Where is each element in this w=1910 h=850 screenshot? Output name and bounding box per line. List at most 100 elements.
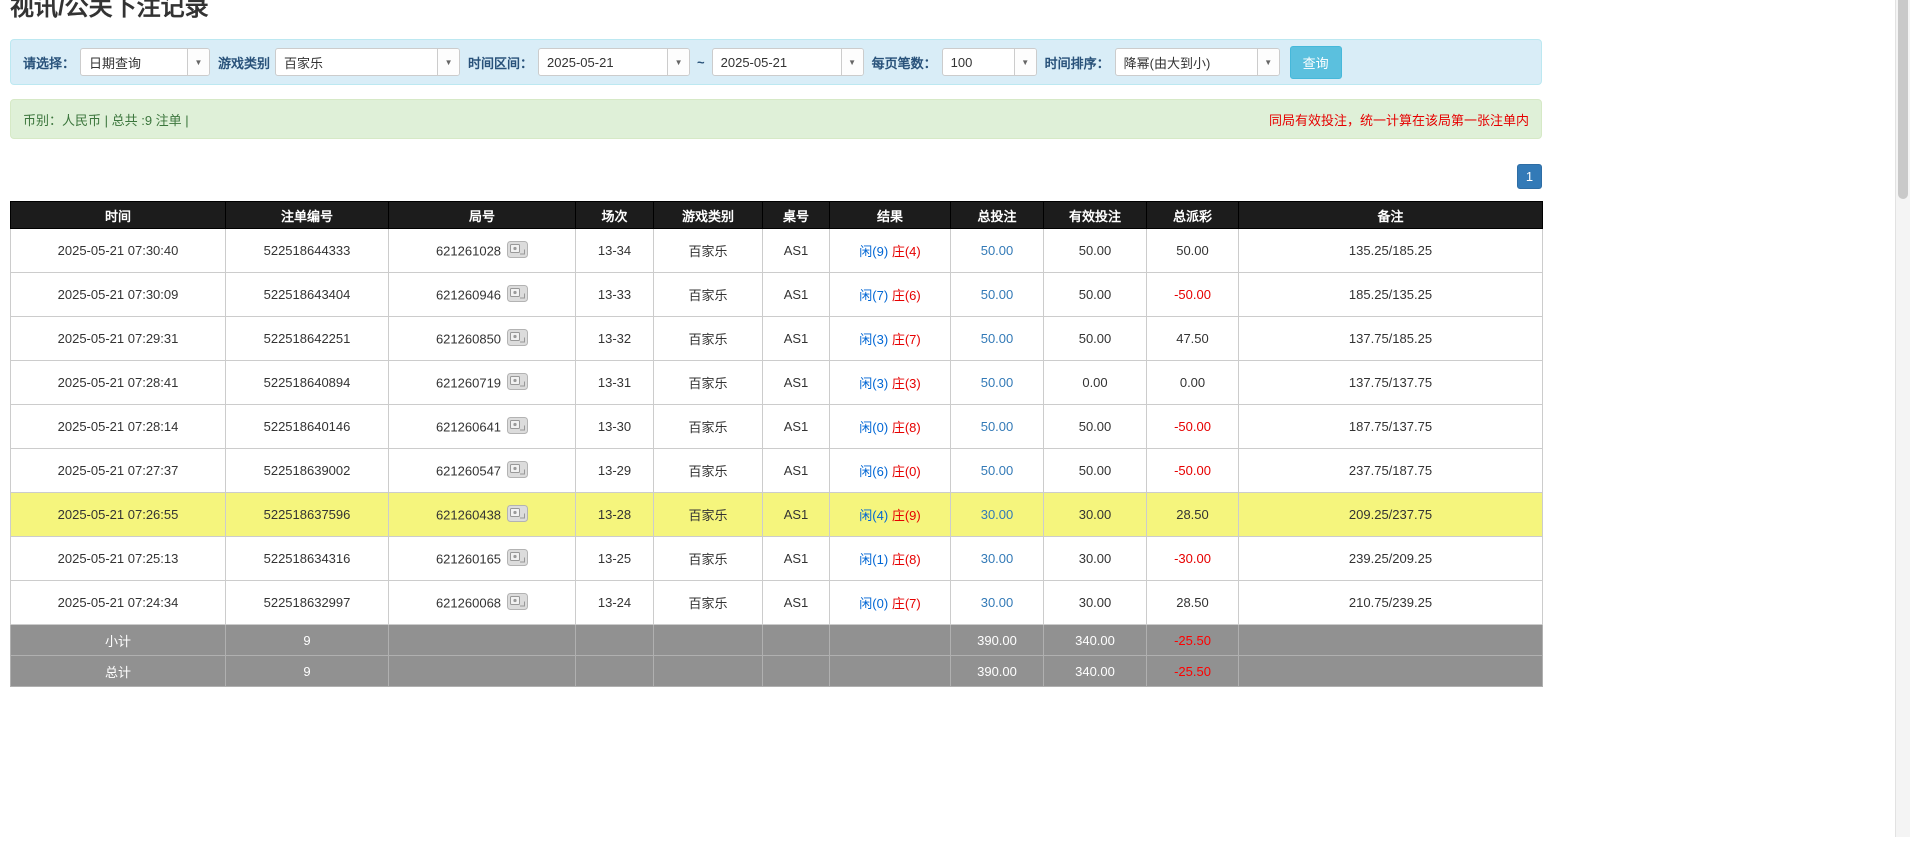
cell-bet-number: 522518643404	[226, 273, 389, 317]
subtotal-row-game	[654, 625, 763, 656]
cell-total-bet-link[interactable]: 30.00	[951, 537, 1044, 581]
table-row: 2025-05-21 07:28:14522518640146621260641…	[11, 405, 1543, 449]
total-row-table	[763, 656, 830, 687]
column-header-5: 游戏类别	[654, 202, 763, 229]
cell-bet-number: 522518642251	[226, 317, 389, 361]
total-row-session	[576, 656, 654, 687]
result-banker: 庄(8)	[892, 420, 921, 435]
round-detail-icon[interactable]	[507, 285, 528, 305]
round-detail-icon[interactable]	[507, 329, 528, 349]
cell-result: 闲(7) 庄(6)	[830, 273, 951, 317]
date-from-value: 2025-05-21	[539, 55, 614, 70]
cell-time: 2025-05-21 07:24:34	[11, 581, 226, 625]
cell-total-bet-link[interactable]: 50.00	[951, 361, 1044, 405]
cell-remark: 137.75/137.75	[1239, 361, 1543, 405]
search-button[interactable]: 查询	[1290, 46, 1342, 79]
scrollbar-thumb[interactable]	[1898, 0, 1908, 199]
round-number: 621260719	[436, 375, 501, 390]
chevron-down-icon: ▼	[1257, 49, 1279, 75]
subtotal-row-session	[576, 625, 654, 656]
round-detail-icon[interactable]	[507, 461, 528, 481]
cell-valid-bet: 30.00	[1044, 493, 1147, 537]
round-detail-icon[interactable]	[507, 241, 528, 261]
subtotal-row-table	[763, 625, 830, 656]
column-header-2: 注单编号	[226, 202, 389, 229]
column-header-8: 总投注	[951, 202, 1044, 229]
cell-valid-bet: 50.00	[1044, 317, 1147, 361]
cell-table-number: AS1	[763, 581, 830, 625]
result-banker: 庄(8)	[892, 552, 921, 567]
cell-total-bet-link[interactable]: 30.00	[951, 581, 1044, 625]
round-detail-icon[interactable]	[507, 417, 528, 437]
cell-time: 2025-05-21 07:27:37	[11, 449, 226, 493]
result-banker: 庄(7)	[892, 596, 921, 611]
cell-table-number: AS1	[763, 405, 830, 449]
cell-round-number: 621260547	[389, 449, 576, 493]
cell-game-type: 百家乐	[654, 317, 763, 361]
cell-round-number: 621260068	[389, 581, 576, 625]
cell-time: 2025-05-21 07:29:31	[11, 317, 226, 361]
total-row-payout: -25.50	[1147, 656, 1239, 687]
cell-total-bet-link[interactable]: 50.00	[951, 405, 1044, 449]
cell-payout: 28.50	[1147, 581, 1239, 625]
date-from-select[interactable]: 2025-05-21 ▼	[538, 48, 690, 76]
cell-result: 闲(9) 庄(4)	[830, 229, 951, 273]
cell-bet-number: 522518640146	[226, 405, 389, 449]
cell-time: 2025-05-21 07:28:41	[11, 361, 226, 405]
result-player: 闲(0)	[859, 420, 888, 435]
cell-total-bet-link[interactable]: 30.00	[951, 493, 1044, 537]
cell-total-bet-link[interactable]: 50.00	[951, 273, 1044, 317]
cell-total-bet-link[interactable]: 50.00	[951, 449, 1044, 493]
round-detail-icon[interactable]	[507, 593, 528, 613]
cell-remark: 135.25/185.25	[1239, 229, 1543, 273]
column-header-7: 结果	[830, 202, 951, 229]
round-detail-icon[interactable]	[507, 373, 528, 393]
vertical-scrollbar[interactable]	[1895, 0, 1910, 837]
round-detail-icon[interactable]	[507, 505, 528, 525]
cell-remark: 209.25/237.75	[1239, 493, 1543, 537]
page-1-button[interactable]: 1	[1517, 164, 1542, 189]
cell-payout: -50.00	[1147, 449, 1239, 493]
cell-game-type: 百家乐	[654, 361, 763, 405]
cell-valid-bet: 50.00	[1044, 405, 1147, 449]
cell-table-number: AS1	[763, 273, 830, 317]
sort-order-select[interactable]: 降幂(由大到小) ▼	[1115, 48, 1280, 76]
cell-time: 2025-05-21 07:25:13	[11, 537, 226, 581]
valid-bet-notice-text: 同局有效投注，统一计算在该局第一张注单内	[1269, 110, 1529, 129]
cell-bet-number: 522518634316	[226, 537, 389, 581]
column-header-4: 场次	[576, 202, 654, 229]
round-detail-icon[interactable]	[507, 549, 528, 569]
cell-remark: 137.75/185.25	[1239, 317, 1543, 361]
cell-total-bet-link[interactable]: 50.00	[951, 229, 1044, 273]
total-row-result	[830, 656, 951, 687]
cell-result: 闲(3) 庄(3)	[830, 361, 951, 405]
round-number: 621260547	[436, 463, 501, 478]
total-row-remark	[1239, 656, 1543, 687]
date-separator: ~	[697, 55, 705, 70]
result-player: 闲(1)	[859, 552, 888, 567]
result-banker: 庄(7)	[892, 332, 921, 347]
cell-result: 闲(4) 庄(9)	[830, 493, 951, 537]
cell-result: 闲(1) 庄(8)	[830, 537, 951, 581]
page-size-select[interactable]: 100 ▼	[942, 48, 1037, 76]
query-type-select[interactable]: 日期查询 ▼	[80, 48, 210, 76]
table-row: 2025-05-21 07:24:34522518632997621260068…	[11, 581, 1543, 625]
date-to-select[interactable]: 2025-05-21 ▼	[712, 48, 864, 76]
game-type-value: 百家乐	[276, 53, 323, 72]
cell-total-bet-link[interactable]: 50.00	[951, 317, 1044, 361]
cell-game-type: 百家乐	[654, 273, 763, 317]
table-header-row: 时间注单编号局号场次游戏类别桌号结果总投注有效投注总派彩备注	[11, 202, 1543, 229]
cell-remark: 239.25/209.25	[1239, 537, 1543, 581]
cell-round-number: 621260850	[389, 317, 576, 361]
cell-game-type: 百家乐	[654, 229, 763, 273]
bet-records-table: 时间注单编号局号场次游戏类别桌号结果总投注有效投注总派彩备注 2025-05-2…	[10, 201, 1543, 687]
query-type-value: 日期查询	[81, 53, 141, 72]
sort-order-value: 降幂(由大到小)	[1116, 53, 1211, 72]
cell-session: 13-30	[576, 405, 654, 449]
table-row: 2025-05-21 07:27:37522518639002621260547…	[11, 449, 1543, 493]
game-type-select[interactable]: 百家乐 ▼	[275, 48, 460, 76]
subtotal-row-result	[830, 625, 951, 656]
cell-remark: 187.75/137.75	[1239, 405, 1543, 449]
result-player: 闲(0)	[859, 596, 888, 611]
round-number: 621260068	[436, 595, 501, 610]
